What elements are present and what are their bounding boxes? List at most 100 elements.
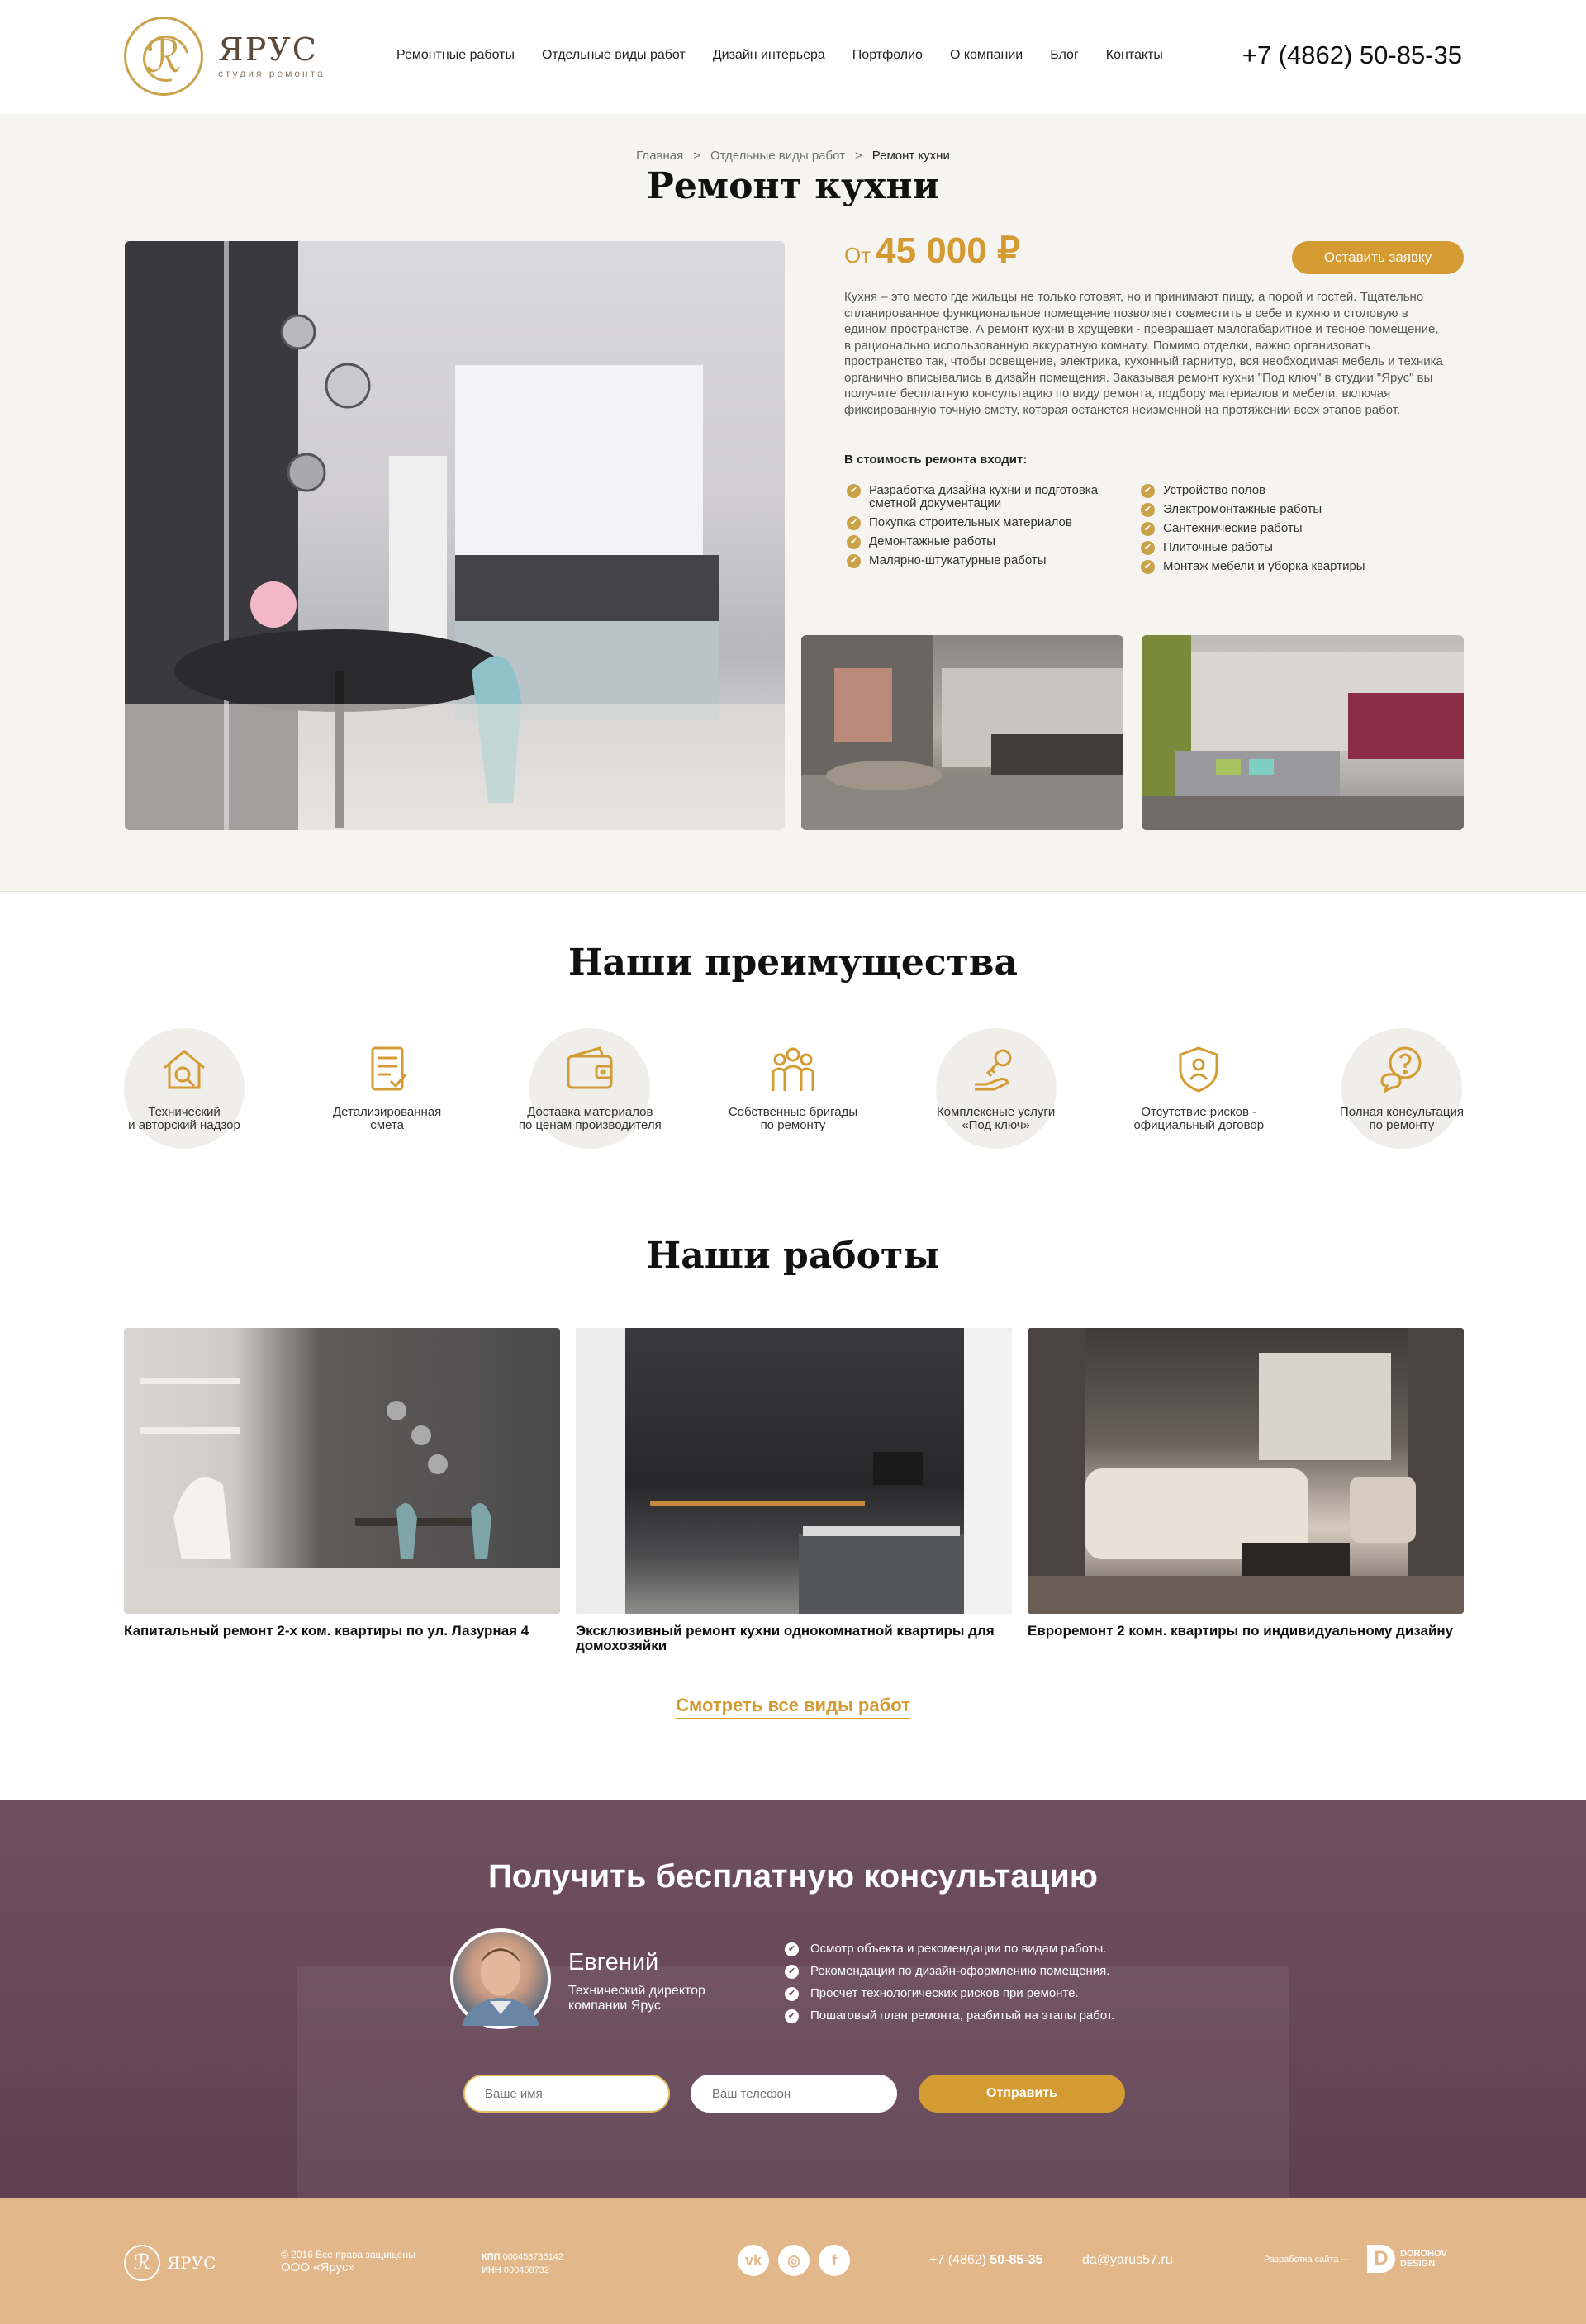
check-icon: ✔ (847, 554, 861, 568)
includes-item: ✔ Покупка строительных материалов (847, 516, 1128, 530)
consultant-name: Евгений (568, 1949, 659, 1975)
living-room-photo-1[interactable] (801, 635, 1123, 830)
nav-item-blog[interactable]: Блог (1050, 48, 1079, 63)
instagram-icon[interactable]: ◎ (778, 2245, 810, 2276)
facebook-icon[interactable]: f (819, 2245, 850, 2276)
advantage-label: Технический и авторский надзор (128, 1105, 240, 1132)
all-works-link[interactable]: Смотреть все виды работ (676, 1695, 910, 1719)
advantages-list: Технический и авторский надзор Детализир… (122, 1028, 1464, 1152)
advantage-label: Детализированная смета (333, 1105, 442, 1132)
all-works-link-wrap: Смотреть все виды работ (0, 1695, 1586, 1719)
order-button[interactable]: Оставить заявку (1292, 241, 1464, 274)
benefit-item: ✔ Просчет технологических рисков при ремо… (785, 1987, 1114, 2001)
breadcrumb-current: Ремонт кухни (871, 149, 950, 163)
breadcrumb-separate-works[interactable]: Отдельные виды работ (710, 149, 845, 163)
work-photo[interactable] (576, 1328, 1012, 1614)
check-icon: ✔ (1141, 541, 1155, 555)
kitchen-main-photo[interactable] (125, 241, 785, 830)
developer-logo-icon: D (1367, 2245, 1395, 2273)
advantage-label: Собственные бригады по ремонту (728, 1105, 858, 1132)
advantage-label: Доставка материалов по ценам производите… (518, 1105, 662, 1132)
logo-subtitle: студия ремонта (218, 68, 325, 79)
house-search-icon (158, 1043, 211, 1096)
consultation-benefits: ✔ Осмотр объекта и рекомендации по видам … (785, 1942, 1114, 2032)
wallet-icon (563, 1043, 616, 1096)
nav-item-about[interactable]: О компании (950, 48, 1023, 63)
price-prefix: От (844, 243, 871, 268)
send-button[interactable]: Отправить (919, 2075, 1125, 2113)
consultation-section: Получить бесплатную консультацию Евгений… (0, 1800, 1586, 2198)
name-input[interactable] (463, 2075, 670, 2113)
hand-key-icon (970, 1043, 1023, 1096)
price: От 45 000 ₽ (844, 230, 1020, 272)
advantage-item: Детализированная смета (325, 1028, 449, 1152)
document-list-icon (361, 1043, 414, 1096)
check-icon: ✔ (1141, 503, 1155, 517)
advantage-item: Комплексные услуги «Под ключ» (934, 1028, 1058, 1152)
check-icon: ✔ (785, 1942, 799, 1956)
work-caption[interactable]: Евроремонт 2 комн. квартиры по индивидуа… (1028, 1624, 1464, 1639)
includes-item: ✔ Демонтажные работы (847, 535, 1128, 549)
nav-item-renovation[interactable]: Ремонтные работы (396, 48, 515, 63)
includes-item: ✔ Разработка дизайна кухни и подготовка с… (847, 484, 1128, 510)
work-card[interactable]: Евроремонт 2 комн. квартиры по индивидуа… (1028, 1328, 1464, 1653)
includes-title: В стоимость ремонта входит: (844, 453, 1028, 467)
logo[interactable]: ℛ ЯРУС студия ремонта (124, 17, 325, 96)
logo-name: ЯРУС (218, 31, 318, 68)
breadcrumb-home[interactable]: Главная (636, 149, 683, 163)
check-icon: ✔ (785, 1987, 799, 2001)
consultation-title: Получить бесплатную консультацию (488, 1858, 1098, 1895)
includes-item: ✔ Монтаж мебели и уборка квартиры (1141, 560, 1405, 574)
vk-icon[interactable]: vk (738, 2245, 769, 2276)
includes-item: ✔ Малярно-штукатурные работы (847, 554, 1128, 568)
developer-logo[interactable]: D DOROHOV DESIGN (1367, 2245, 1447, 2273)
benefit-item: ✔ Пошаговый план ремонта, разбитый на эта… (785, 2009, 1114, 2023)
advantage-label: Комплексные услуги «Под ключ» (936, 1105, 1056, 1132)
developer-label: Разработка сайта — (1264, 2255, 1351, 2265)
chat-question-icon (1375, 1043, 1428, 1096)
check-icon: ✔ (847, 535, 861, 549)
social-links: vk ◎ f (738, 2245, 850, 2276)
includes-item: ✔ Плиточные работы (1141, 541, 1405, 555)
advantage-item: Отсутствие рисков - официальный договор (1133, 1028, 1264, 1152)
living-room-photo-2[interactable] (1142, 635, 1464, 830)
check-icon: ✔ (1141, 560, 1155, 574)
footer-copyright: © 2016 Все права защищены ООО «Ярус» (281, 2249, 415, 2274)
nav-item-portfolio[interactable]: Портфолио (852, 48, 923, 63)
works-title: Наши работы (646, 1235, 940, 1277)
hero-section: Главная > Отдельные виды работ > Ремонт кухн… (0, 114, 1586, 892)
work-card[interactable]: Капитальный ремонт 2-х ком. квартиры по … (124, 1328, 560, 1653)
work-card[interactable]: Эксклюзивный ремонт кухни однокомнатной … (576, 1328, 1012, 1653)
breadcrumb: Главная > Отдельные виды работ > Ремонт кухн… (636, 149, 950, 163)
site-header: ℛ ЯРУС студия ремонта Ремонтные работы О… (0, 0, 1586, 114)
phone-input[interactable] (691, 2075, 897, 2113)
hero-description: Кухня – это место где жильцы не только г… (844, 290, 1443, 417)
advantage-item: Технический и авторский надзор (122, 1028, 246, 1152)
header-phone[interactable]: +7 (4862) 50-85-35 (1242, 40, 1462, 70)
work-caption[interactable]: Капитальный ремонт 2-х ком. квартиры по … (124, 1624, 560, 1639)
nav-item-separate-works[interactable]: Отдельные виды работ (542, 48, 686, 63)
nav-item-contacts[interactable]: Контакты (1106, 48, 1163, 63)
includes-item: ✔ Устройство полов (1141, 484, 1405, 498)
footer-phone[interactable]: +7 (4862) 50-85-35 (929, 2253, 1042, 2268)
page-title: Ремонт кухни (646, 165, 940, 207)
check-icon: ✔ (847, 516, 861, 530)
advantage-item: Собственные бригады по ремонту (729, 1028, 857, 1152)
work-photo[interactable] (1028, 1328, 1464, 1614)
work-caption[interactable]: Эксклюзивный ремонт кухни однокомнатной … (576, 1624, 1012, 1653)
check-icon: ✔ (1141, 522, 1155, 536)
check-icon: ✔ (1141, 484, 1155, 498)
price-value: 45 000 ₽ (876, 230, 1020, 271)
includes-item: ✔ Электромонтажные работы (1141, 503, 1405, 517)
work-photo[interactable] (124, 1328, 560, 1614)
footer-email[interactable]: da@yarus57.ru (1082, 2253, 1173, 2268)
includes-list-left: ✔ Разработка дизайна кухни и подготовка с… (847, 484, 1128, 573)
advantage-item: Полная консультация по ремонту (1340, 1028, 1464, 1152)
check-icon: ✔ (847, 484, 861, 498)
includes-item: ✔ Сантехнические работы (1141, 522, 1405, 536)
check-icon: ✔ (785, 2009, 799, 2023)
footer-logo[interactable]: ℛ ЯРУС (124, 2245, 216, 2281)
main-nav: Ремонтные работы Отдельные виды работ Ди… (396, 48, 1190, 63)
nav-item-design[interactable]: Дизайн интерьера (713, 48, 825, 63)
advantage-label: Полная консультация по ремонту (1339, 1105, 1464, 1132)
